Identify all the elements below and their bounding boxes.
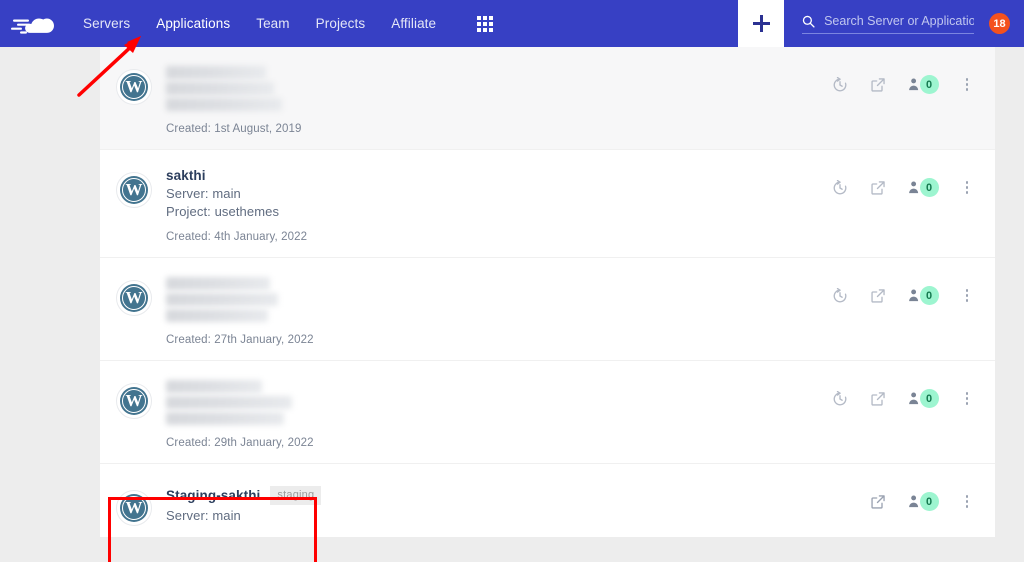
- cloudways-logo[interactable]: [0, 0, 70, 47]
- kebab-menu-icon[interactable]: [961, 286, 974, 305]
- user-count-badge: 0: [919, 75, 939, 94]
- nav-links: Servers Applications Team Projects Affil…: [70, 0, 449, 47]
- user-count-badge: 0: [919, 389, 939, 408]
- row-actions: 0: [832, 178, 974, 197]
- cloudways-cloud-logo-icon: [11, 18, 54, 34]
- redacted-app-name: [166, 65, 832, 111]
- apps-grid-button[interactable]: [465, 0, 505, 47]
- wordpress-icon: W: [120, 73, 148, 101]
- created-date: Created: 27th January, 2022: [166, 334, 314, 346]
- redacted-app-name: [166, 276, 832, 322]
- user-count-badge: 0: [919, 286, 939, 305]
- created-date: Created: 1st August, 2019: [166, 123, 302, 135]
- staging-badge: staging: [270, 486, 322, 505]
- server-name: Server: main: [166, 186, 241, 201]
- wordpress-icon: W: [120, 387, 148, 415]
- row-body: sakthi Server: main Project: usethemes C…: [166, 168, 832, 257]
- nav-link-applications[interactable]: Applications: [143, 0, 243, 47]
- kebab-menu-icon[interactable]: [961, 389, 974, 408]
- clone-restore-icon[interactable]: [832, 287, 848, 304]
- title-line: Staging-sakthi staging: [166, 486, 832, 505]
- plus-icon: [752, 15, 770, 32]
- server-name: Server: main: [166, 508, 241, 523]
- external-link-icon[interactable]: [870, 391, 886, 407]
- title-line: sakthi: [166, 168, 832, 183]
- search-field[interactable]: [802, 14, 974, 34]
- row-actions: 0: [832, 389, 974, 408]
- table-row[interactable]: W Created: 27th January, 2022 0: [100, 258, 995, 361]
- clone-restore-icon[interactable]: [832, 179, 848, 196]
- app-users[interactable]: 0: [908, 286, 939, 305]
- kebab-menu-icon[interactable]: [961, 178, 974, 197]
- table-row[interactable]: W Created: 1st August, 2019 0: [100, 47, 995, 150]
- table-row[interactable]: W Created: 29th January, 2022 0: [100, 361, 995, 464]
- clone-restore-icon[interactable]: [832, 76, 848, 93]
- nav-link-servers[interactable]: Servers: [70, 0, 143, 47]
- applications-list-card: W Created: 1st August, 2019 0 W sakthi S…: [100, 47, 995, 537]
- search-icon: [802, 15, 815, 28]
- row-body: Created: 1st August, 2019: [166, 65, 832, 149]
- clone-restore-icon[interactable]: [832, 390, 848, 407]
- table-row[interactable]: W sakthi Server: main Project: usethemes…: [100, 150, 995, 258]
- external-link-icon[interactable]: [870, 180, 886, 196]
- redacted-app-name: [166, 379, 832, 425]
- row-actions: 0: [832, 492, 974, 511]
- app-users[interactable]: 0: [908, 75, 939, 94]
- cloudways-applications-page: Servers Applications Team Projects Affil…: [0, 0, 1024, 562]
- created-date: Created: 29th January, 2022: [166, 437, 314, 449]
- wordpress-avatar: W: [116, 172, 152, 208]
- user-count-badge: 0: [919, 178, 939, 197]
- created-date: Created: 4th January, 2022: [166, 231, 308, 243]
- nav-link-affiliate[interactable]: Affiliate: [378, 0, 449, 47]
- row-actions: 0: [832, 75, 974, 94]
- wordpress-icon: W: [120, 494, 148, 522]
- kebab-menu-icon[interactable]: [961, 492, 974, 511]
- project-name: Project: usethemes: [166, 204, 280, 219]
- external-link-icon[interactable]: [870, 77, 886, 93]
- row-body: Created: 27th January, 2022: [166, 276, 832, 360]
- row-actions: 0: [832, 286, 974, 305]
- user-count-badge: 0: [919, 492, 939, 511]
- wordpress-icon: W: [120, 284, 148, 312]
- external-link-icon[interactable]: [870, 494, 886, 510]
- app-users[interactable]: 0: [908, 492, 939, 511]
- top-navbar: Servers Applications Team Projects Affil…: [0, 0, 1024, 47]
- app-users[interactable]: 0: [908, 178, 939, 197]
- app-name[interactable]: Staging-sakthi: [166, 488, 260, 503]
- app-users[interactable]: 0: [908, 389, 939, 408]
- wordpress-avatar: W: [116, 383, 152, 419]
- wordpress-icon: W: [120, 176, 148, 204]
- apps-grid-icon: [477, 15, 494, 32]
- wordpress-avatar: W: [116, 490, 152, 526]
- notification-count-badge[interactable]: 18: [989, 13, 1010, 34]
- nav-link-team[interactable]: Team: [243, 0, 302, 47]
- add-new-button[interactable]: [738, 0, 784, 47]
- wordpress-avatar: W: [116, 69, 152, 105]
- wordpress-avatar: W: [116, 280, 152, 316]
- row-body: Created: 29th January, 2022: [166, 379, 832, 463]
- app-name[interactable]: sakthi: [166, 168, 206, 183]
- search-area: 18: [784, 0, 1024, 47]
- kebab-menu-icon[interactable]: [961, 75, 974, 94]
- nav-link-projects[interactable]: Projects: [303, 0, 379, 47]
- row-body: Staging-sakthi staging Server: main: [166, 486, 832, 537]
- search-input[interactable]: [824, 14, 974, 28]
- external-link-icon[interactable]: [870, 288, 886, 304]
- table-row[interactable]: W Staging-sakthi staging Server: main 0: [100, 464, 995, 537]
